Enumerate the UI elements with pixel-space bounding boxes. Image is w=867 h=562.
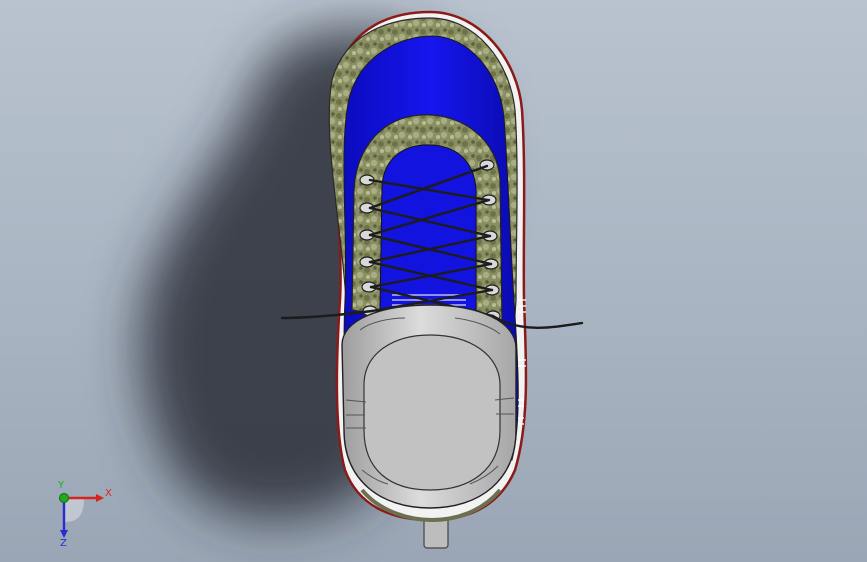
y-axis-icon — [59, 493, 69, 503]
orientation-triad: X Y Z — [57, 480, 112, 548]
z-arrow-icon — [60, 530, 68, 538]
shoe-model-icon[interactable] — [0, 0, 867, 562]
x-arrow-icon — [96, 494, 104, 502]
insole — [363, 334, 501, 491]
y-axis-label: Y — [57, 480, 65, 491]
graphics-viewport[interactable]: X Y Z — [0, 0, 867, 562]
z-axis-label: Z — [60, 538, 67, 548]
x-axis-label: X — [105, 488, 112, 499]
